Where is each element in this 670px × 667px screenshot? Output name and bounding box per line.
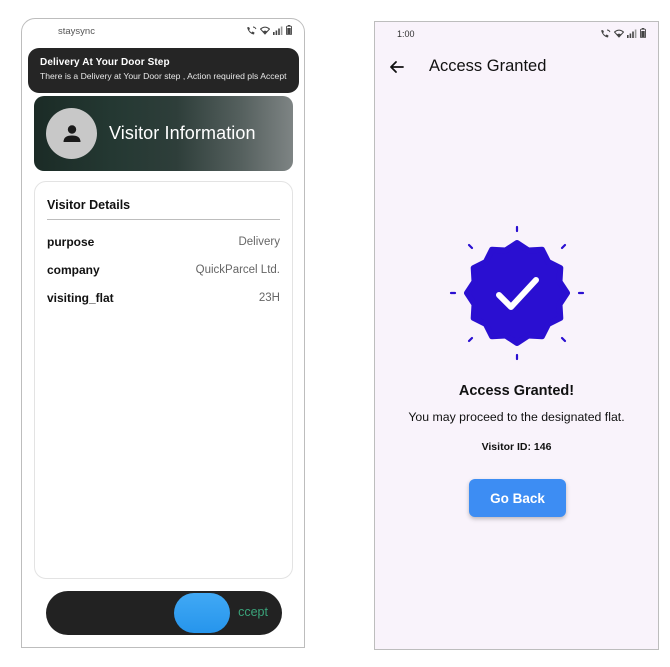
access-granted-screen: 1:00 Access Granted Access Granted! You … xyxy=(374,21,659,650)
page-title: Access Granted xyxy=(429,57,547,75)
granted-heading: Access Granted! xyxy=(458,383,575,399)
banner-title: Visitor Information xyxy=(109,123,256,143)
detail-value: Delivery xyxy=(238,236,280,248)
visitor-screen: staysync Delivery At Your Door Step Ther… xyxy=(21,18,305,648)
call-wifi-icon xyxy=(247,26,257,34)
wifi-icon xyxy=(260,26,270,35)
app-name: staysync xyxy=(58,26,95,37)
avatar xyxy=(46,108,97,159)
detail-row-company: company QuickParcel Ltd. xyxy=(47,262,280,278)
status-bar: staysync xyxy=(22,19,304,41)
card-divider xyxy=(47,219,280,220)
battery-icon xyxy=(640,28,646,38)
arrow-left-icon[interactable] xyxy=(387,57,407,77)
notification-body: There is a Delivery at Your Door step , … xyxy=(40,71,287,81)
call-wifi-icon xyxy=(601,29,611,37)
notification-title: Delivery At Your Door Step xyxy=(40,57,170,68)
swipe-to-accept[interactable]: ccept xyxy=(46,591,282,635)
app-bar: Access Granted xyxy=(375,52,658,82)
swipe-label: ccept xyxy=(238,605,268,619)
access-granted-badge xyxy=(449,225,585,361)
detail-value: 23H xyxy=(258,292,280,304)
detail-key: company xyxy=(47,263,100,277)
granted-message: You may proceed to the designated flat. xyxy=(408,410,625,424)
status-icons xyxy=(246,25,292,35)
detail-key: visiting_flat xyxy=(47,291,114,305)
card-title: Visitor Details xyxy=(47,198,131,212)
visitor-id: Visitor ID: 146 xyxy=(481,441,552,453)
signal-icon xyxy=(273,26,283,35)
detail-row-visiting-flat: visiting_flat 23H xyxy=(47,290,280,306)
wifi-icon xyxy=(614,29,624,38)
visitor-details-card: Visitor Details purpose Delivery company… xyxy=(34,181,293,579)
detail-value: QuickParcel Ltd. xyxy=(195,264,280,276)
detail-row-purpose: purpose Delivery xyxy=(47,234,280,250)
battery-icon xyxy=(286,25,292,35)
status-time: 1:00 xyxy=(397,29,415,39)
status-icons xyxy=(600,28,646,38)
signal-icon xyxy=(627,29,637,38)
delivery-notification[interactable]: Delivery At Your Door Step There is a De… xyxy=(28,48,299,93)
go-back-button[interactable]: Go Back xyxy=(469,479,566,517)
status-bar: 1:00 xyxy=(375,22,658,44)
detail-key: purpose xyxy=(47,235,95,249)
visitor-banner: Visitor Information xyxy=(34,96,293,171)
person-icon xyxy=(63,124,80,142)
swipe-handle[interactable] xyxy=(174,593,230,633)
verified-check-icon xyxy=(449,225,585,361)
